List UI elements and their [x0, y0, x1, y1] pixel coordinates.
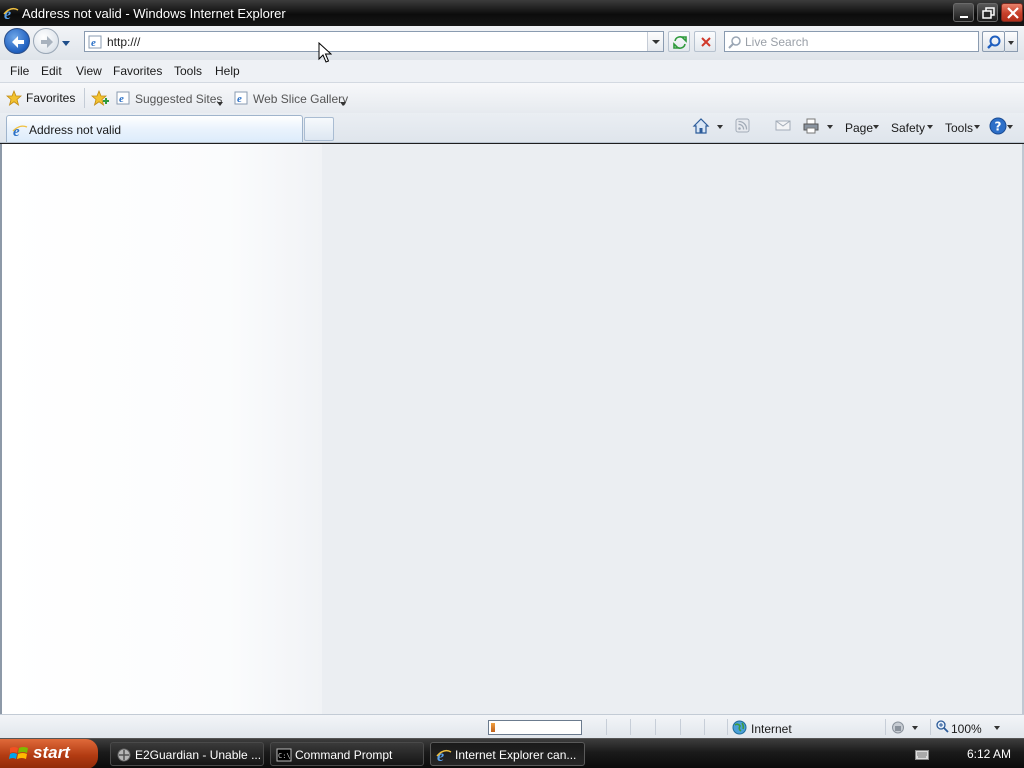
title-bar[interactable]: e Address not valid - Windows Internet E…	[0, 0, 1024, 26]
taskbar-button-e2guardian[interactable]: E2Guardian - Unable ...	[110, 742, 264, 766]
tab-page-icon: e	[12, 122, 28, 141]
command-prompt-icon: C:\	[276, 747, 292, 766]
tools-dropdown-icon[interactable]	[974, 125, 980, 129]
help-button[interactable]: ?	[989, 117, 1007, 139]
status-divider	[680, 719, 681, 735]
feeds-button[interactable]	[735, 117, 751, 139]
status-divider	[727, 719, 728, 735]
menu-bar: File Edit View Favorites Tools Help	[0, 60, 1024, 83]
search-button[interactable]	[982, 31, 1005, 52]
svg-text:e: e	[237, 93, 242, 105]
suggested-sites-icon: e	[116, 91, 130, 108]
print-button[interactable]	[802, 117, 820, 139]
taskbar-button-internet-explorer[interactable]: e Internet Explorer can...	[430, 742, 585, 766]
svg-text:e: e	[91, 37, 96, 49]
windows-taskbar: start E2Guardian - Unable ... C:\ Comman…	[0, 738, 1024, 768]
menu-tools[interactable]: Tools	[174, 64, 202, 78]
svg-text:e: e	[13, 124, 20, 138]
status-divider	[885, 719, 886, 735]
favorites-separator	[84, 88, 85, 108]
page-content-area[interactable]	[0, 144, 1024, 714]
tab-label: Address not valid	[29, 123, 122, 137]
taskbar-button-label: Internet Explorer can...	[455, 748, 577, 762]
taskbar-button-label: Command Prompt	[295, 748, 393, 762]
safety-dropdown-icon[interactable]	[927, 125, 933, 129]
status-divider	[606, 719, 607, 735]
menu-edit[interactable]: Edit	[41, 64, 62, 78]
status-divider	[630, 719, 631, 735]
progress-fill	[491, 723, 495, 732]
status-divider	[930, 719, 931, 735]
svg-text:e: e	[119, 93, 124, 105]
status-divider	[655, 719, 656, 735]
page-menu-button[interactable]: Page	[845, 121, 873, 135]
svg-text:C:\: C:\	[278, 752, 291, 760]
help-dropdown-icon[interactable]	[1007, 125, 1013, 129]
add-to-favorites-bar-icon[interactable]	[90, 89, 109, 109]
forward-button[interactable]	[33, 28, 59, 54]
close-button[interactable]	[1001, 3, 1023, 22]
zoom-dropdown-icon[interactable]	[994, 726, 1000, 730]
favorites-star-icon[interactable]	[5, 89, 23, 109]
read-mail-button[interactable]	[775, 117, 791, 139]
safety-menu-button[interactable]: Safety	[891, 121, 925, 135]
address-dropdown-button[interactable]	[647, 32, 663, 51]
recent-pages-dropdown[interactable]	[61, 36, 71, 50]
search-box[interactable]	[724, 31, 979, 52]
address-url[interactable]: http:///	[107, 35, 140, 49]
suggested-sites-dropdown-icon[interactable]	[216, 96, 224, 110]
page-icon: e	[88, 35, 102, 52]
favorites-button[interactable]: Favorites	[26, 91, 75, 105]
tab-address-not-valid[interactable]: e Address not valid	[6, 115, 303, 142]
stop-button[interactable]	[694, 31, 716, 52]
internet-zone-globe-icon	[732, 720, 747, 738]
suggested-sites-link[interactable]: Suggested Sites	[135, 92, 222, 106]
search-icon	[728, 35, 742, 52]
page-load-progress	[488, 720, 582, 735]
web-slice-gallery-icon: e	[234, 91, 248, 108]
search-input[interactable]	[745, 34, 973, 49]
favorites-bar: Favorites e Suggested Sites e Web Slice …	[0, 83, 1024, 113]
navigation-bar: e http:///	[0, 26, 1024, 60]
e2guardian-icon	[116, 747, 132, 766]
window-title: Address not valid - Windows Internet Exp…	[22, 6, 286, 21]
address-bar[interactable]: e http:///	[84, 31, 664, 52]
taskbar-button-command-prompt[interactable]: C:\ Command Prompt	[270, 742, 424, 766]
menu-favorites[interactable]: Favorites	[113, 64, 162, 78]
protected-mode-icon[interactable]	[890, 720, 918, 738]
menu-view[interactable]: View	[76, 64, 102, 78]
status-bar: Internet 100%	[0, 714, 1024, 738]
menu-help[interactable]: Help	[215, 64, 240, 78]
web-slice-gallery-link[interactable]: Web Slice Gallery	[253, 92, 348, 106]
internet-explorer-icon: e	[436, 747, 452, 766]
search-options-button[interactable]	[1005, 31, 1018, 52]
mouse-pointer-icon	[318, 41, 333, 67]
windows-logo-icon	[9, 745, 29, 766]
print-dropdown-icon[interactable]	[827, 125, 833, 129]
internet-explorer-icon: e	[3, 5, 19, 24]
taskbar-clock: 6:12 AM	[967, 747, 1012, 761]
start-label: start	[33, 743, 70, 762]
home-dropdown-icon[interactable]	[717, 125, 723, 129]
keyboard-tray-icon[interactable]	[915, 749, 929, 763]
content-left-pane	[2, 144, 322, 714]
menu-file[interactable]: File	[10, 64, 29, 78]
web-slice-gallery-dropdown-icon[interactable]	[339, 96, 347, 110]
status-divider	[704, 719, 705, 735]
svg-text:?: ?	[995, 120, 1002, 134]
tab-bar: e Address not valid Page Safety Tools ?	[0, 113, 1024, 143]
minimize-button[interactable]	[953, 3, 974, 22]
page-dropdown-icon[interactable]	[873, 125, 879, 129]
tools-menu-button[interactable]: Tools	[945, 121, 973, 135]
refresh-button[interactable]	[668, 31, 690, 52]
back-button[interactable]	[4, 28, 30, 54]
restore-button[interactable]	[977, 3, 998, 22]
home-button[interactable]	[692, 117, 710, 139]
start-button[interactable]: start	[0, 739, 98, 768]
zoom-icon[interactable]	[936, 720, 949, 736]
taskbar-button-label: E2Guardian - Unable ...	[135, 748, 262, 762]
zoom-level[interactable]: 100%	[951, 722, 982, 736]
new-tab-button[interactable]	[304, 117, 334, 141]
security-zone-label: Internet	[751, 722, 792, 736]
